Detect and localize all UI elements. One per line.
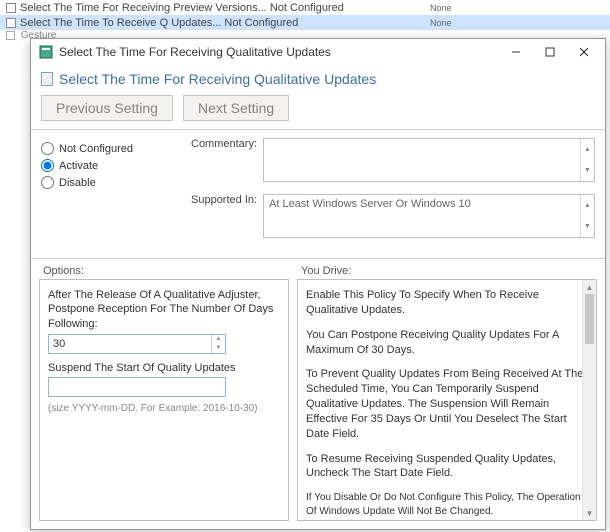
bg-policy-label: Select The Time For Receiving Preview Ve… — [20, 2, 430, 14]
close-button[interactable] — [567, 41, 601, 63]
window-title: Select The Time For Receiving Qualitativ… — [59, 45, 331, 59]
supported-input[interactable]: At Least Windows Server Or Windows 10 ▲▼ — [263, 194, 595, 238]
options-label: Options: — [43, 265, 301, 277]
bg-policy-label: Select The Time To Receive Q Updates... … — [20, 17, 430, 29]
supported-label: Supported In: — [191, 194, 263, 206]
options-panel: After The Release Of A Qualitative Adjus… — [39, 279, 289, 521]
spinner-icon[interactable]: ▲▼ — [580, 139, 594, 181]
help-text: To Prevent Quality Updates From Being Re… — [306, 367, 588, 441]
commentary-input[interactable]: ▲▼ — [263, 138, 595, 182]
spinner-icon[interactable]: ▲▼ — [211, 335, 225, 353]
scrollbar[interactable]: ▲ ▼ — [582, 280, 596, 520]
previous-setting-button[interactable]: Previous Setting — [41, 95, 173, 121]
doc-icon — [41, 72, 53, 86]
bg-policy-row-1[interactable]: Select The Time For Receiving Preview Ve… — [0, 0, 610, 15]
minimize-button[interactable] — [499, 41, 533, 63]
scroll-up-icon[interactable]: ▲ — [583, 280, 596, 294]
release-text: After The Release Of A Qualitative Adjus… — [48, 288, 280, 331]
scroll-down-icon[interactable]: ▼ — [583, 506, 596, 520]
bg-policy-value: None — [430, 3, 452, 13]
bg-policy-value: None — [430, 18, 452, 28]
radio-not-configured[interactable]: Not Configured — [41, 142, 141, 155]
maximize-button[interactable] — [533, 41, 567, 63]
suspend-label: Suspend The Start Of Quality Updates — [48, 362, 280, 374]
doc-icon — [6, 18, 16, 28]
help-text: You Can Postpone Receiving Quality Updat… — [306, 328, 588, 358]
suspend-date-input[interactable] — [48, 377, 226, 397]
size-hint: (size YYYY-mm-DD. For Example: 2016-10-3… — [48, 403, 280, 414]
radio-activate[interactable]: Activate — [41, 159, 141, 172]
help-text: To Resume Receiving Suspended Quality Up… — [306, 452, 588, 482]
help-panel: Enable This Policy To Specify When To Re… — [297, 279, 597, 521]
app-icon — [39, 45, 53, 59]
days-input[interactable]: 30 ▲▼ — [48, 334, 226, 354]
dialog-heading: Select The Time For Receiving Qualitativ… — [41, 71, 595, 87]
commentary-label: Commentary: — [191, 138, 263, 150]
titlebar[interactable]: Select The Time For Receiving Qualitativ… — [31, 39, 605, 65]
bg-policy-row-2[interactable]: Select The Time To Receive Q Updates... … — [0, 15, 610, 30]
doc-icon — [6, 3, 16, 13]
scroll-thumb[interactable] — [585, 294, 594, 344]
radio-disable[interactable]: Disable — [41, 176, 141, 189]
next-setting-button[interactable]: Next Setting — [183, 95, 289, 121]
help-text: Enable This Policy To Specify When To Re… — [306, 288, 588, 318]
policy-dialog: Select The Time For Receiving Qualitativ… — [30, 38, 606, 530]
spinner-icon[interactable]: ▲▼ — [580, 195, 594, 237]
drive-label: You Drive: — [301, 265, 351, 277]
help-text: If You Disable Or Do Not Configure This … — [306, 491, 588, 518]
